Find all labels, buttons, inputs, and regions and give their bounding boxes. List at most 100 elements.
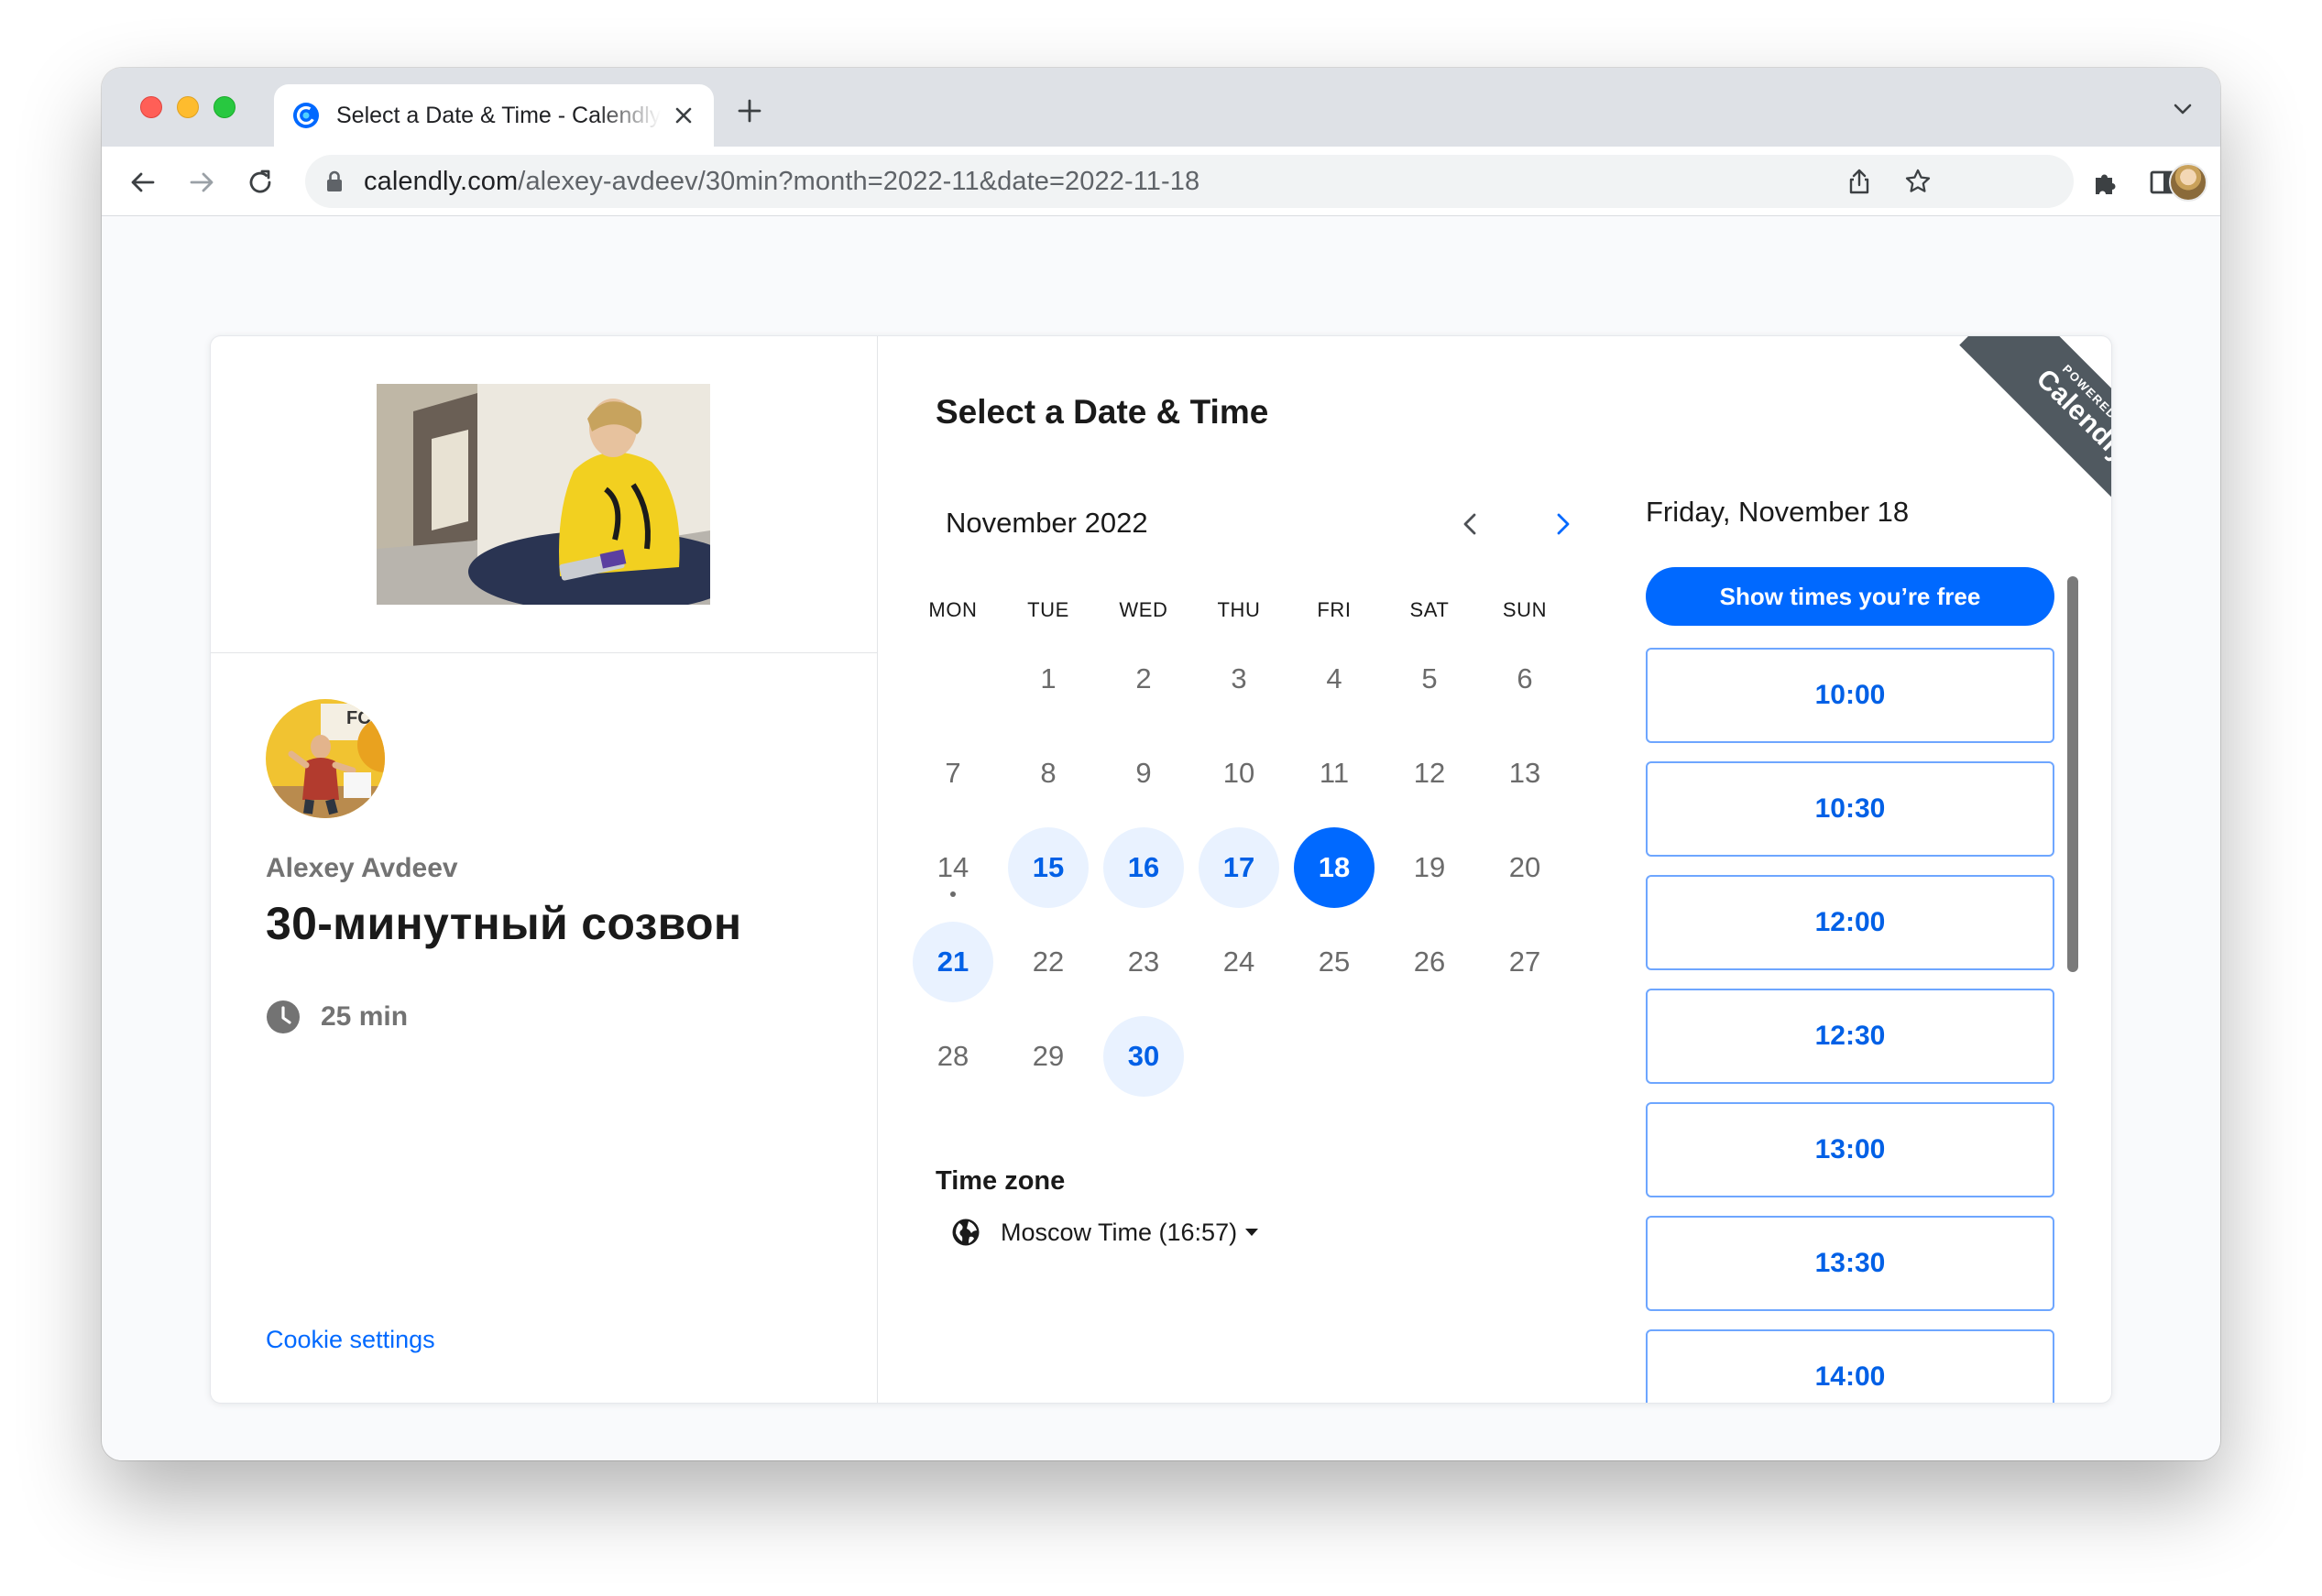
calendar-day-number: 21 (936, 946, 969, 978)
calendar-day-number: 20 (1508, 851, 1541, 883)
powered-by-badge[interactable]: POWERED BY Calendly (1928, 336, 2111, 519)
calendar-day-number: 13 (1508, 757, 1541, 789)
calendar-day: 1 (1008, 639, 1089, 719)
active-tab[interactable]: Select a Date & Time - Calendly (274, 84, 714, 147)
calendar-day: 26 (1389, 922, 1470, 1002)
host-avatar: FC (266, 699, 385, 818)
calendar-day-number: 7 (945, 757, 961, 789)
calendar-day: 6 (1484, 639, 1565, 719)
cover-photo-area (211, 336, 878, 653)
minimize-window-button[interactable] (177, 96, 199, 118)
calendar-day[interactable]: 15 (1008, 827, 1089, 908)
page-content: FC Alexey Avdeev 30-минутный созвон 25 m… (102, 216, 2220, 1460)
calendar-day-number: 19 (1413, 851, 1446, 883)
calendar-day-number: 24 (1222, 946, 1255, 978)
calendar-day: 13 (1484, 733, 1565, 814)
calendar-day-number: 29 (1032, 1040, 1065, 1072)
time-slot-button[interactable]: 10:00 (1646, 648, 2054, 743)
calendar-day: 28 (913, 1016, 993, 1097)
calendar-day: 9 (1103, 733, 1184, 814)
event-title: 30-минутный созвон (266, 898, 742, 949)
extensions-puzzle-icon[interactable] (2090, 167, 2121, 198)
weekday-header: MON TUE WED THU FRI SAT SUN (905, 598, 1574, 626)
previous-month-chevron-icon[interactable] (1455, 508, 1486, 540)
calendar-day: 11 (1294, 733, 1375, 814)
calendar-day-number: 1 (1040, 662, 1057, 694)
calendar-day-number: 16 (1127, 851, 1160, 883)
month-label: November 2022 (946, 507, 1148, 539)
time-list-scrollbar[interactable] (2067, 576, 2078, 972)
next-month-chevron-icon[interactable] (1547, 508, 1578, 540)
show-times-free-button[interactable]: Show times you’re free (1646, 567, 2054, 626)
calendar-day: 5 (1389, 639, 1470, 719)
calendar-day-number: 25 (1318, 946, 1351, 978)
profile-avatar[interactable] (2169, 163, 2207, 202)
time-slot-button[interactable]: 12:30 (1646, 989, 2054, 1084)
calendar-day: 19 (1389, 827, 1470, 908)
time-slot-button[interactable]: 12:00 (1646, 875, 2054, 970)
share-icon[interactable] (1845, 167, 1874, 196)
close-window-button[interactable] (140, 96, 162, 118)
cookie-settings-link[interactable]: Cookie settings (266, 1326, 435, 1354)
time-slot-button[interactable]: 14:00 (1646, 1329, 2054, 1403)
calendar-day: 25 (1294, 922, 1375, 1002)
caret-down-icon (1245, 1229, 1259, 1236)
calendar-day: 20 (1484, 827, 1565, 908)
address-bar[interactable]: calendly.com/alexey-avdeev/30min?month=2… (305, 155, 2074, 208)
timezone-selector[interactable]: Moscow Time (16:57) (951, 1218, 1259, 1247)
booking-card: FC Alexey Avdeev 30-минутный созвон 25 m… (210, 335, 2112, 1404)
calendar-day-number: 14 (936, 851, 969, 883)
forward-arrow-icon[interactable] (186, 167, 217, 198)
calendar-day-number: 5 (1421, 662, 1438, 694)
calendar-day-number: 23 (1127, 946, 1160, 978)
calendar-day-number: 15 (1032, 851, 1065, 883)
tab-bar: Select a Date & Time - Calendly (102, 68, 2220, 147)
calendar-day-number: 3 (1231, 662, 1247, 694)
calendar-day: 3 (1199, 639, 1279, 719)
calendly-favicon-icon (293, 103, 319, 128)
reload-icon[interactable] (245, 167, 276, 198)
cover-photo (377, 384, 710, 605)
event-duration: 25 min (266, 1000, 408, 1034)
calendar-day-number: 12 (1413, 757, 1446, 789)
powered-by-ribbon: POWERED BY Calendly (1959, 336, 2111, 519)
zoom-window-button[interactable] (214, 96, 235, 118)
calendar-day: 14 (913, 827, 993, 908)
calendar-day: 7 (913, 733, 993, 814)
calendar-day: 23 (1103, 922, 1184, 1002)
calendar-day-number: 18 (1318, 851, 1351, 883)
timezone-value: Moscow Time (16:57) (1001, 1218, 1238, 1246)
scheduling-panel: Select a Date & Time November 2022 MON T… (878, 336, 2111, 1403)
new-tab-icon[interactable] (736, 97, 763, 125)
calendar-day: 27 (1484, 922, 1565, 1002)
back-arrow-icon[interactable] (127, 167, 159, 198)
url-path: /alexey-avdeev/30min?month=2022-11&date=… (518, 166, 1200, 196)
calendar-day[interactable]: 21 (913, 922, 993, 1002)
today-indicator-dot (950, 891, 956, 897)
globe-icon (952, 1219, 980, 1246)
time-slot-button[interactable]: 13:00 (1646, 1102, 2054, 1197)
calendar-day-number: 22 (1032, 946, 1065, 978)
calendar-day[interactable]: 30 (1103, 1016, 1184, 1097)
weekday-label: THU (1217, 598, 1261, 621)
calendar-day: 12 (1389, 733, 1470, 814)
event-details-panel: FC Alexey Avdeev 30-минутный созвон 25 m… (211, 336, 878, 1403)
calendar-day-number: 26 (1413, 946, 1446, 978)
calendar-day-number: 9 (1135, 757, 1152, 789)
close-tab-icon[interactable] (670, 102, 697, 129)
calendar-day[interactable]: 16 (1103, 827, 1184, 908)
calendar-day[interactable]: 17 (1199, 827, 1279, 908)
calendar-day-number: 27 (1508, 946, 1541, 978)
chevron-down-icon[interactable] (2173, 103, 2193, 115)
star-bookmark-icon[interactable] (1903, 167, 1933, 196)
duration-text: 25 min (321, 1001, 409, 1032)
calendar-day: 8 (1008, 733, 1089, 814)
clock-icon (267, 1000, 300, 1033)
calendar-day[interactable]: 18 (1294, 827, 1375, 908)
calendar-day: 4 (1294, 639, 1375, 719)
weekday-label: WED (1119, 598, 1168, 621)
time-slot-button[interactable]: 13:30 (1646, 1216, 2054, 1311)
weekday-label: MON (928, 598, 978, 621)
calendar-day: 24 (1199, 922, 1279, 1002)
time-slot-button[interactable]: 10:30 (1646, 761, 2054, 857)
